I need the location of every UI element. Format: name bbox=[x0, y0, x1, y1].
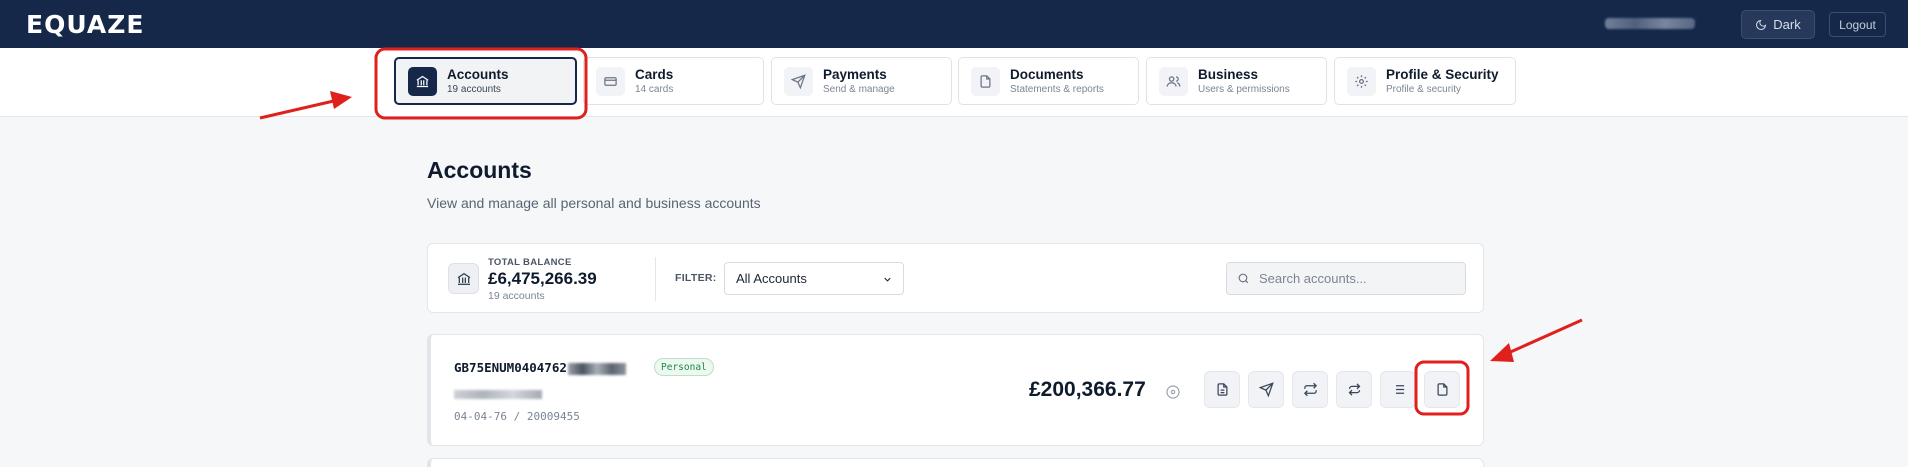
transfer-icon bbox=[1303, 382, 1317, 397]
tab-accounts-subtitle: 19 accounts bbox=[447, 83, 501, 95]
exchange-icon bbox=[1348, 383, 1360, 396]
chevron-down-icon bbox=[884, 277, 891, 282]
tab-profile-security-title: Profile & Security bbox=[1386, 66, 1499, 82]
tab-cards-subtitle: 14 cards bbox=[635, 83, 674, 95]
bank-icon bbox=[408, 66, 437, 96]
theme-toggle-button[interactable]: Dark bbox=[1741, 10, 1815, 39]
bank-icon bbox=[448, 263, 479, 294]
tab-documents[interactable]: Documents Statements & reports bbox=[958, 57, 1139, 105]
sort-code-account-number: 04-04-76 / 20009455 bbox=[454, 410, 580, 423]
summary-divider bbox=[655, 257, 656, 301]
account-card[interactable]: GB75ENUM0404762 Personal 04-04-76 / 2000… bbox=[427, 334, 1484, 446]
tab-payments-subtitle: Send & manage bbox=[823, 83, 895, 95]
file-text-icon bbox=[1217, 383, 1227, 396]
total-balance-label: TOTAL BALANCE bbox=[488, 257, 572, 268]
search-input[interactable] bbox=[1259, 271, 1449, 286]
users-icon bbox=[1159, 66, 1188, 96]
total-balance-value: £6,475,266.39 bbox=[488, 269, 597, 288]
account-balance: £200,366.77 bbox=[1029, 378, 1146, 401]
document-icon bbox=[1437, 383, 1447, 396]
send-icon bbox=[1258, 382, 1274, 397]
tab-business[interactable]: Business Users & permissions bbox=[1146, 57, 1327, 105]
tab-business-title: Business bbox=[1198, 66, 1259, 82]
main-tab-nav: Accounts 19 accounts Cards 14 cards Paym… bbox=[0, 48, 1908, 117]
tab-documents-title: Documents bbox=[1010, 66, 1084, 82]
brand-logo[interactable]: EQUAZE bbox=[26, 10, 144, 39]
user-email-redacted bbox=[1605, 18, 1695, 29]
search-icon bbox=[1238, 273, 1249, 284]
transactions-list-button[interactable] bbox=[1380, 371, 1416, 408]
tab-business-subtitle: Users & permissions bbox=[1198, 83, 1290, 95]
page-title: Accounts bbox=[427, 157, 532, 183]
moon-icon bbox=[1756, 19, 1767, 30]
tab-profile-security-subtitle: Profile & security bbox=[1386, 83, 1462, 95]
account-card-next[interactable] bbox=[427, 458, 1484, 467]
balance-info-icon[interactable] bbox=[1164, 383, 1182, 401]
filter-label: FILTER: bbox=[675, 272, 717, 284]
tab-payments[interactable]: Payments Send & manage bbox=[771, 57, 952, 105]
account-actions bbox=[1204, 371, 1460, 408]
list-icon bbox=[1395, 385, 1404, 394]
account-count: 19 accounts bbox=[488, 290, 545, 302]
tab-documents-subtitle: Statements & reports bbox=[1010, 83, 1104, 95]
account-iban-text: GB75ENUM0404762 bbox=[454, 360, 567, 375]
documents-button[interactable] bbox=[1424, 371, 1460, 408]
app-window: EQUAZE Dark Logout Accounts 19 accounts … bbox=[0, 0, 1908, 467]
page-subtitle: View and manage all personal and busines… bbox=[427, 195, 761, 211]
tab-profile-security[interactable]: Profile & Security Profile & security bbox=[1334, 57, 1516, 105]
card-icon bbox=[596, 66, 625, 96]
theme-toggle-label: Dark bbox=[1773, 17, 1801, 32]
account-search-box[interactable] bbox=[1226, 262, 1466, 295]
account-filter-select[interactable]: All Accounts bbox=[724, 262, 904, 295]
send-payment-button[interactable] bbox=[1248, 371, 1284, 408]
balance-summary-bar: TOTAL BALANCE £6,475,266.39 19 accounts … bbox=[427, 243, 1484, 313]
tab-accounts-title: Accounts bbox=[447, 66, 509, 82]
tab-cards-title: Cards bbox=[635, 66, 674, 82]
logout-button[interactable]: Logout bbox=[1829, 12, 1886, 37]
transfer-button[interactable] bbox=[1292, 371, 1328, 408]
send-icon bbox=[784, 66, 813, 96]
tab-cards[interactable]: Cards 14 cards bbox=[583, 57, 764, 105]
top-bar: EQUAZE Dark Logout bbox=[0, 0, 1908, 48]
tab-accounts[interactable]: Accounts 19 accounts bbox=[394, 57, 577, 105]
tab-payments-title: Payments bbox=[823, 66, 887, 82]
account-iban: GB75ENUM0404762 bbox=[454, 360, 626, 375]
iban-redacted bbox=[567, 362, 626, 375]
account-type-badge: Personal bbox=[654, 358, 714, 376]
window-edge bbox=[1908, 0, 1917, 467]
gear-icon bbox=[1347, 66, 1376, 96]
account-holder-redacted bbox=[454, 390, 542, 399]
exchange-button[interactable] bbox=[1336, 371, 1372, 408]
filter-selected-value: All Accounts bbox=[736, 271, 807, 286]
document-icon bbox=[971, 66, 1000, 96]
statement-button[interactable] bbox=[1204, 371, 1240, 408]
